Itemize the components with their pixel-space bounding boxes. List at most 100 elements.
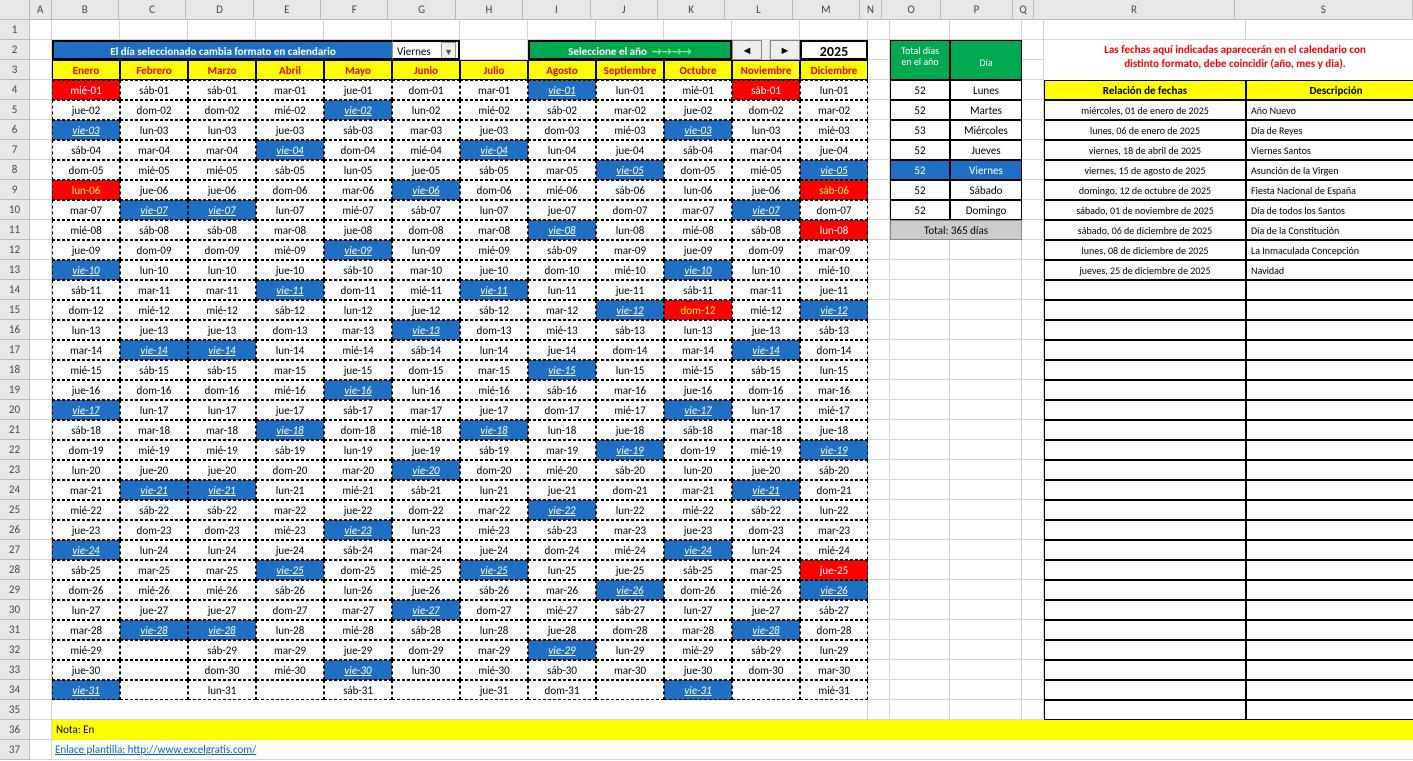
calendar-day[interactable]: sáb-04 — [52, 140, 120, 160]
calendar-day[interactable]: sáb-01 — [188, 80, 256, 100]
calendar-day[interactable]: mar-23 — [596, 520, 664, 540]
calendar-day[interactable]: dom-09 — [188, 240, 256, 260]
calendar-day[interactable]: mié-06 — [528, 180, 596, 200]
calendar-day[interactable]: jue-06 — [120, 180, 188, 200]
cell[interactable] — [30, 320, 52, 340]
cell[interactable] — [890, 540, 950, 560]
calendar-day[interactable]: dom-05 — [664, 160, 732, 180]
calendar-day[interactable]: mié-19 — [120, 440, 188, 460]
cell[interactable] — [950, 640, 1022, 660]
calendar-day[interactable]: dom-20 — [460, 460, 528, 480]
calendar-day[interactable]: sáb-09 — [528, 240, 596, 260]
cell[interactable] — [890, 420, 950, 440]
calendar-day[interactable]: vie-06 — [392, 180, 460, 200]
calendar-day[interactable]: dom-28 — [800, 620, 868, 640]
rel-date[interactable] — [1044, 600, 1246, 620]
calendar-day[interactable]: jue-20 — [120, 460, 188, 480]
cell[interactable] — [868, 640, 890, 660]
calendar-day[interactable]: vie-05 — [800, 160, 868, 180]
row-header-36[interactable]: 36 — [0, 720, 30, 740]
cell[interactable] — [950, 620, 1022, 640]
calendar-day[interactable]: mié-04 — [392, 140, 460, 160]
calendar-day[interactable]: vie-14 — [188, 340, 256, 360]
calendar-day[interactable]: jue-08 — [324, 220, 392, 240]
calendar-day[interactable]: jue-11 — [596, 280, 664, 300]
calendar-day[interactable]: jue-04 — [800, 140, 868, 160]
cell[interactable] — [596, 20, 664, 40]
rel-desc[interactable] — [1246, 340, 1413, 360]
cell[interactable] — [890, 440, 950, 460]
calendar-day[interactable]: vie-24 — [664, 540, 732, 560]
cell[interactable] — [30, 360, 52, 380]
calendar-day[interactable]: lun-01 — [596, 80, 664, 100]
calendar-day[interactable]: sáb-06 — [596, 180, 664, 200]
rel-desc[interactable] — [1246, 320, 1413, 340]
calendar-day[interactable]: lun-03 — [732, 120, 800, 140]
calendar-day[interactable]: dom-23 — [732, 520, 800, 540]
calendar-day[interactable]: mar-20 — [324, 460, 392, 480]
row-header-13[interactable]: 13 — [0, 260, 30, 280]
calendar-day[interactable]: mar-02 — [596, 100, 664, 120]
calendar-day[interactable]: mié-23 — [256, 520, 324, 540]
calendar-day[interactable]: lun-24 — [188, 540, 256, 560]
cell[interactable] — [324, 20, 392, 40]
calendar-day[interactable]: sáb-13 — [800, 320, 868, 340]
cell[interactable] — [30, 80, 52, 100]
calendar-day[interactable]: lun-02 — [392, 100, 460, 120]
rel-date[interactable] — [1044, 700, 1246, 720]
calendar-day[interactable]: mar-15 — [256, 360, 324, 380]
calendar-day[interactable]: dom-26 — [52, 580, 120, 600]
calendar-day[interactable]: vie-22 — [528, 500, 596, 520]
calendar-day[interactable]: vie-07 — [188, 200, 256, 220]
calendar-day[interactable]: mié-09 — [460, 240, 528, 260]
rel-date[interactable] — [1044, 340, 1246, 360]
calendar-day[interactable]: mié-20 — [528, 460, 596, 480]
calendar-day[interactable]: dom-08 — [392, 220, 460, 240]
calendar-day[interactable]: mié-13 — [528, 320, 596, 340]
calendar-day[interactable]: vie-09 — [324, 240, 392, 260]
calendar-day[interactable]: jue-28 — [528, 620, 596, 640]
cell[interactable] — [868, 220, 890, 240]
rel-date[interactable] — [1044, 580, 1246, 600]
calendar-day[interactable]: lun-10 — [120, 260, 188, 280]
calendar-day[interactable]: sáb-08 — [732, 220, 800, 240]
calendar-day[interactable]: mié-19 — [188, 440, 256, 460]
row-header-4[interactable]: 4 — [0, 80, 30, 100]
calendar-day[interactable]: sáb-28 — [392, 620, 460, 640]
cell[interactable] — [868, 280, 890, 300]
calendar-day[interactable]: vie-26 — [800, 580, 868, 600]
cell[interactable] — [30, 720, 52, 740]
cell[interactable] — [1022, 100, 1044, 120]
rel-desc[interactable] — [1246, 520, 1413, 540]
row-header-16[interactable]: 16 — [0, 320, 30, 340]
rel-desc[interactable] — [1246, 700, 1413, 720]
cell[interactable] — [30, 340, 52, 360]
calendar-day[interactable]: vie-07 — [732, 200, 800, 220]
cell[interactable]: Viernes — [392, 40, 460, 60]
col-header-S[interactable]: S — [1235, 0, 1413, 19]
cell[interactable] — [1022, 160, 1044, 180]
calendar-day[interactable]: lun-28 — [460, 620, 528, 640]
calendar-day[interactable]: jue-23 — [664, 520, 732, 540]
calendar-day[interactable] — [120, 660, 188, 680]
calendar-day[interactable]: vie-25 — [256, 560, 324, 580]
calendar-day[interactable]: lun-09 — [392, 240, 460, 260]
cell[interactable] — [30, 560, 52, 580]
calendar-day[interactable]: dom-19 — [664, 440, 732, 460]
calendar-day[interactable]: dom-14 — [800, 340, 868, 360]
row-header-17[interactable]: 17 — [0, 340, 30, 360]
cell[interactable] — [1022, 360, 1044, 380]
calendar-day[interactable]: mié-21 — [324, 480, 392, 500]
calendar-day[interactable]: jue-11 — [800, 280, 868, 300]
calendar-day[interactable]: vie-14 — [120, 340, 188, 360]
calendar-day[interactable]: sáb-27 — [800, 600, 868, 620]
calendar-day[interactable]: jue-07 — [528, 200, 596, 220]
calendar-day[interactable]: sáb-01 — [120, 80, 188, 100]
calendar-day[interactable]: mar-07 — [52, 200, 120, 220]
row-header-23[interactable]: 23 — [0, 460, 30, 480]
calendar-day[interactable]: sáb-31 — [324, 680, 392, 700]
calendar-day[interactable]: vie-11 — [256, 280, 324, 300]
calendar-day[interactable]: mar-03 — [392, 120, 460, 140]
calendar-day[interactable]: mié-22 — [52, 500, 120, 520]
calendar-day[interactable]: lun-08 — [596, 220, 664, 240]
